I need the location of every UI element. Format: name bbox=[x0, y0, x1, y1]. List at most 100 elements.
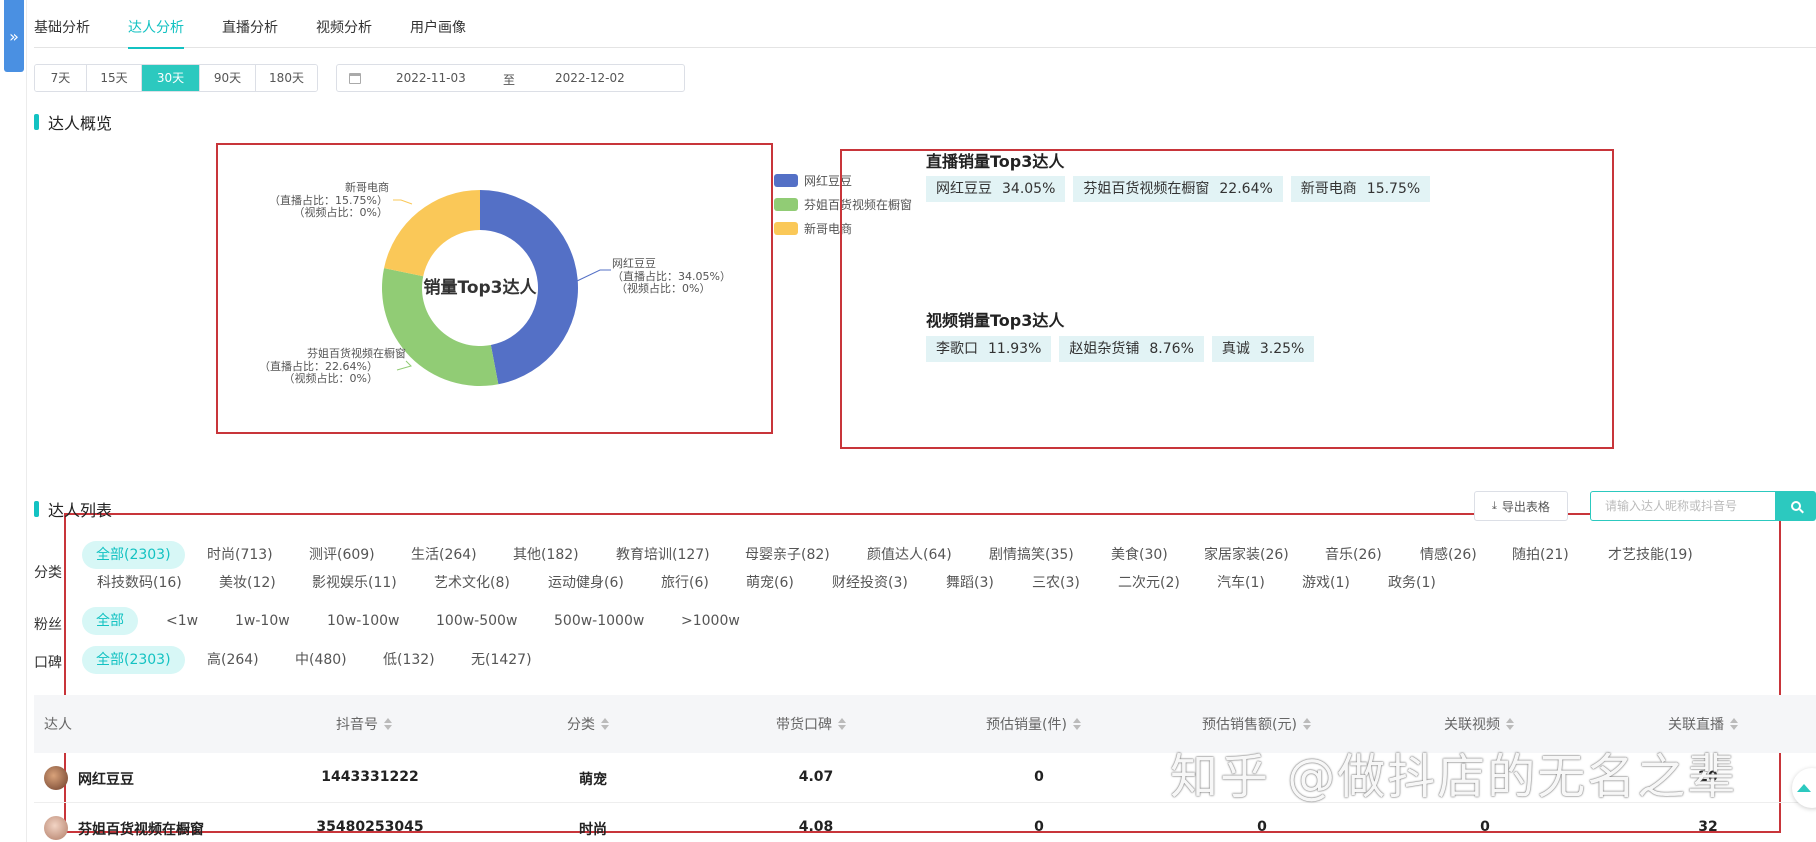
donut-slice-3[interactable] bbox=[384, 190, 480, 277]
category-chip[interactable]: 随拍(21) bbox=[1512, 541, 1569, 569]
category-chip[interactable]: 教育培训(127) bbox=[616, 541, 710, 569]
search-icon bbox=[1790, 501, 1801, 511]
sidebar-expand-icon[interactable]: » bbox=[4, 0, 24, 72]
fans-chip[interactable]: >1000w bbox=[681, 607, 740, 635]
category-chip[interactable]: 影视娱乐(11) bbox=[312, 569, 397, 597]
category-chip[interactable]: 生活(264) bbox=[411, 541, 477, 569]
range-15d-button[interactable]: 15天 bbox=[87, 65, 142, 91]
sort-icon bbox=[1072, 718, 1081, 730]
date-range-picker[interactable]: 2022-11-03 至 2022-12-02 bbox=[336, 64, 685, 92]
fans-chip[interactable]: 全部 bbox=[82, 607, 138, 635]
col-reputation[interactable]: 带货口碑 bbox=[776, 714, 846, 734]
category-chip[interactable]: 全部(2303) bbox=[82, 541, 185, 569]
category-chip[interactable]: 三农(3) bbox=[1032, 569, 1080, 597]
category-chip[interactable]: 音乐(26) bbox=[1325, 541, 1382, 569]
col-label: 达人 bbox=[44, 717, 72, 733]
fans-chip[interactable]: 1w-10w bbox=[235, 607, 290, 635]
tab-influencer-analysis[interactable]: 达人分析 bbox=[128, 0, 184, 49]
category-chip[interactable]: 艺术文化(8) bbox=[434, 569, 510, 597]
category-chip[interactable]: 美食(30) bbox=[1111, 541, 1168, 569]
tag-name: 网红豆豆 bbox=[936, 181, 992, 197]
category-chip[interactable]: 时尚(713) bbox=[207, 541, 273, 569]
category-chip[interactable]: 科技数码(16) bbox=[97, 569, 182, 597]
row-linked-videos: 0 bbox=[1480, 819, 1490, 835]
row-influencer-name[interactable]: 网红豆豆 bbox=[78, 769, 134, 789]
category-chip[interactable]: 家居家装(26) bbox=[1204, 541, 1289, 569]
legend-swatch-3 bbox=[774, 222, 798, 235]
slice-3-name: 新哥电商 bbox=[345, 180, 389, 194]
category-chip[interactable]: 母婴亲子(82) bbox=[745, 541, 830, 569]
tab-basic-analysis[interactable]: 基础分析 bbox=[34, 0, 90, 48]
top-tab-bar: 基础分析 达人分析 直播分析 视频分析 用户画像 bbox=[34, 0, 1816, 49]
time-range-group: 7天 15天 30天 90天 180天 bbox=[34, 64, 318, 92]
category-chip[interactable]: 测评(609) bbox=[309, 541, 375, 569]
category-chip[interactable]: 舞蹈(3) bbox=[946, 569, 994, 597]
reputation-chip[interactable]: 无(1427) bbox=[471, 646, 532, 674]
reputation-chip[interactable]: 低(132) bbox=[383, 646, 435, 674]
range-90d-button[interactable]: 90天 bbox=[200, 65, 256, 91]
slice-1-video: （视频占比：0%） bbox=[616, 281, 710, 295]
date-separator: 至 bbox=[503, 73, 516, 87]
tag-pct: 11.93% bbox=[988, 341, 1042, 357]
section-accent-bar bbox=[34, 114, 39, 130]
tab-user-profile[interactable]: 用户画像 bbox=[410, 0, 466, 48]
fans-chip[interactable]: 10w-100w bbox=[327, 607, 400, 635]
category-chip[interactable]: 美妆(12) bbox=[219, 569, 276, 597]
category-chip[interactable]: 旅行(6) bbox=[661, 569, 709, 597]
slice-3-live: （直播占比：15.75%） bbox=[269, 193, 388, 207]
col-linked-lives[interactable]: 关联直播 bbox=[1668, 714, 1738, 734]
category-chip[interactable]: 剧情搞笑(35) bbox=[989, 541, 1074, 569]
sort-icon bbox=[601, 718, 609, 730]
category-chip[interactable]: 汽车(1) bbox=[1217, 569, 1265, 597]
col-label: 带货口碑 bbox=[776, 717, 832, 733]
fans-chip[interactable]: 100w-500w bbox=[436, 607, 517, 635]
range-30d-button[interactable]: 30天 bbox=[142, 65, 200, 91]
col-est-sales[interactable]: 预估销售额(元) bbox=[1202, 714, 1311, 734]
category-chip[interactable]: 运动健身(6) bbox=[548, 569, 624, 597]
col-douyin-id[interactable]: 抖音号 bbox=[336, 714, 392, 734]
reputation-filter-label: 口碑 bbox=[34, 655, 62, 671]
slice-2-video: （视频占比：0%） bbox=[284, 371, 378, 385]
table-row[interactable]: 网红豆豆 1443331222 萌宠 4.07 0 20 bbox=[34, 753, 1816, 803]
row-influencer-name[interactable]: 芬姐百货视频在橱窗 bbox=[78, 819, 204, 839]
reputation-chip[interactable]: 中(480) bbox=[295, 646, 347, 674]
category-chip[interactable]: 情感(26) bbox=[1420, 541, 1477, 569]
sidebar-divider bbox=[26, 0, 27, 842]
export-table-button[interactable]: ⤓ 导出表格 bbox=[1474, 491, 1568, 521]
fans-chip[interactable]: 500w-1000w bbox=[554, 607, 644, 635]
fans-chip[interactable]: <1w bbox=[166, 607, 198, 635]
col-category[interactable]: 分类 bbox=[567, 714, 609, 734]
col-est-volume[interactable]: 预估销量(件) bbox=[986, 714, 1081, 734]
reputation-chip[interactable]: 高(264) bbox=[207, 646, 259, 674]
list-section-title: 达人列表 bbox=[34, 497, 112, 521]
overview-section-title: 达人概览 bbox=[34, 110, 112, 134]
row-linked-lives: 32 bbox=[1698, 819, 1718, 835]
slice-2-name: 芬姐百货视频在橱窗 bbox=[307, 346, 406, 360]
tab-live-analysis[interactable]: 直播分析 bbox=[222, 0, 278, 48]
live-top3-tag: 新哥电商 15.75% bbox=[1290, 176, 1431, 202]
col-label: 关联视频 bbox=[1444, 717, 1500, 733]
influencer-search-input[interactable] bbox=[1590, 491, 1776, 521]
avatar bbox=[44, 816, 68, 840]
range-180d-button[interactable]: 180天 bbox=[256, 65, 317, 91]
range-7d-button[interactable]: 7天 bbox=[35, 65, 87, 91]
reputation-chip[interactable]: 全部(2303) bbox=[82, 646, 185, 674]
category-chip[interactable]: 才艺技能(19) bbox=[1608, 541, 1693, 569]
category-chip[interactable]: 颜值达人(64) bbox=[867, 541, 952, 569]
slice-2-live: （直播占比：22.64%） bbox=[259, 359, 378, 373]
category-chip[interactable]: 政务(1) bbox=[1388, 569, 1436, 597]
tag-pct: 34.05% bbox=[1002, 181, 1056, 197]
tag-name: 赵姐杂货铺 bbox=[1069, 341, 1140, 357]
table-row[interactable]: 芬姐百货视频在橱窗 35480253045 时尚 4.08 0 0 0 32 bbox=[34, 803, 1816, 842]
category-chip[interactable]: 二次元(2) bbox=[1118, 569, 1180, 597]
category-chip[interactable]: 财经投资(3) bbox=[832, 569, 908, 597]
slice-3-video: （视频占比：0%） bbox=[294, 205, 388, 219]
category-chip[interactable]: 萌宠(6) bbox=[746, 569, 794, 597]
legend-label-3: 新哥电商 bbox=[804, 221, 852, 236]
tag-pct: 3.25% bbox=[1259, 341, 1305, 357]
tab-video-analysis[interactable]: 视频分析 bbox=[316, 0, 372, 48]
search-button[interactable] bbox=[1775, 491, 1816, 521]
col-linked-videos[interactable]: 关联视频 bbox=[1444, 714, 1514, 734]
category-chip[interactable]: 其他(182) bbox=[513, 541, 579, 569]
category-chip[interactable]: 游戏(1) bbox=[1302, 569, 1350, 597]
